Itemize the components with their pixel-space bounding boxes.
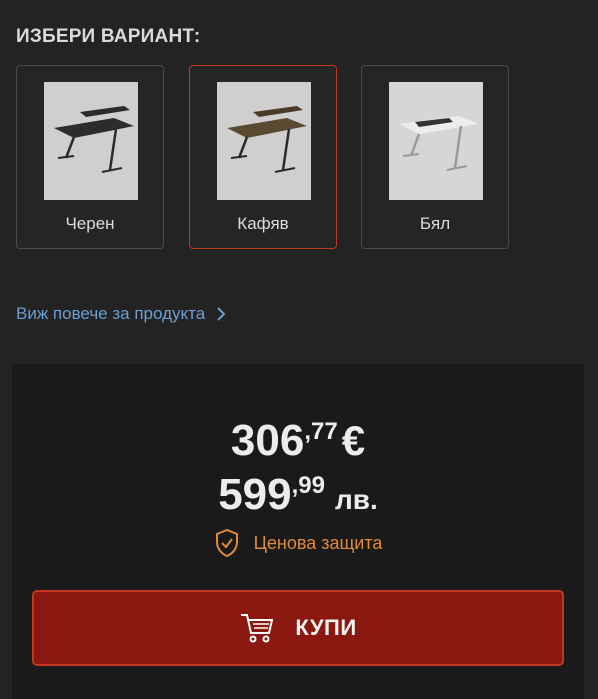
product-details-link-label: Виж повече за продукта	[16, 304, 206, 323]
chevron-right-icon	[217, 307, 226, 321]
cart-icon	[241, 614, 274, 643]
price-eur: 306,77€	[12, 416, 584, 466]
price-eur-dec: ,77	[304, 418, 338, 445]
variant-brown-image	[217, 82, 311, 200]
section-title: ИЗБЕРИ ВАРИАНТ:	[16, 26, 201, 47]
variant-white-image	[389, 82, 483, 200]
variant-white-label: Бял	[419, 214, 451, 233]
price-protection-label: Ценова защита	[253, 532, 383, 553]
variant-white[interactable]: Бял	[361, 65, 509, 249]
price-eur-currency: €	[341, 417, 366, 464]
variant-black[interactable]: Черен	[16, 65, 164, 249]
price-bgn-dec: ,99	[291, 472, 325, 499]
price-panel: 306,77€ 599,99 лв. Ценова защита КУПИ	[12, 364, 584, 699]
price-protection: Ценова защита	[12, 528, 584, 558]
variant-black-image	[44, 82, 138, 200]
price-bgn-currency: лв.	[335, 484, 378, 515]
product-details-link[interactable]: Виж повече за продукта	[16, 304, 227, 324]
price-bgn-int: 599	[218, 470, 292, 519]
price-eur-int: 306	[230, 416, 305, 465]
shield-check-icon	[215, 528, 238, 558]
buy-button[interactable]: КУПИ	[32, 590, 564, 666]
variant-black-label: Черен	[65, 214, 115, 233]
buy-button-label: КУПИ	[295, 615, 357, 640]
variant-brown[interactable]: Кафяв	[189, 65, 337, 249]
price-bgn: 599,99 лв.	[12, 470, 584, 520]
variant-brown-label: Кафяв	[237, 214, 289, 233]
variant-selector: Черен Кафяв Бял	[16, 65, 576, 251]
